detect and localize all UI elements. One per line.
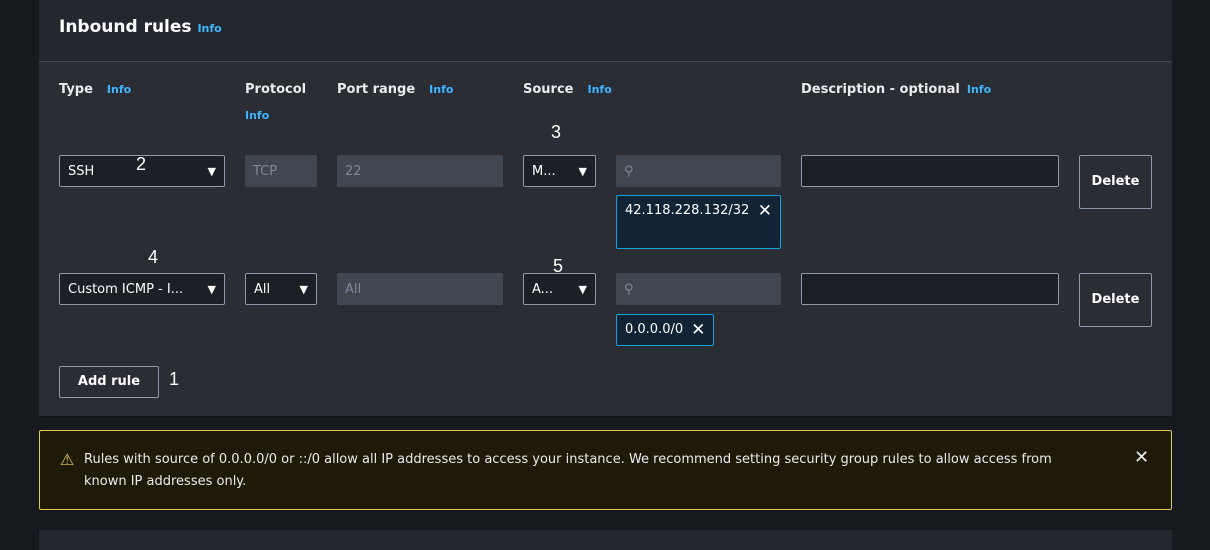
- source-info-link[interactable]: Info: [587, 83, 611, 96]
- panel-header: Inbound rules Info: [39, 0, 1172, 62]
- close-icon[interactable]: ✕: [758, 200, 772, 244]
- column-source: Source Info: [523, 82, 612, 97]
- caret-down-icon: ▼: [299, 282, 308, 296]
- caret-down-icon: ▼: [207, 282, 216, 296]
- delete-button[interactable]: Delete: [1079, 273, 1152, 327]
- delete-button[interactable]: Delete: [1079, 155, 1152, 209]
- type-value: SSH: [68, 163, 95, 179]
- type-value: Custom ICMP - I...: [68, 281, 184, 297]
- protocol-value: TCP: [253, 163, 278, 179]
- warning-text: Rules with source of 0.0.0.0/0 or ::/0 a…: [84, 452, 1052, 489]
- cidr-token: 0.0.0.0/0 ✕: [616, 314, 715, 346]
- source-value: A...: [532, 281, 554, 297]
- source-select[interactable]: M... ▼: [523, 155, 596, 187]
- title-text: Inbound rules: [59, 17, 192, 37]
- search-icon: ⚲: [624, 281, 634, 297]
- description-label: Description - optional: [801, 82, 960, 97]
- source-label: Source: [523, 82, 574, 97]
- port-range-info-link[interactable]: Info: [429, 83, 453, 96]
- caret-down-icon: ▼: [578, 282, 587, 296]
- type-select[interactable]: Custom ICMP - I... ▼: [59, 273, 225, 305]
- warning-icon: ⚠: [60, 450, 75, 469]
- protocol-value: All: [254, 281, 271, 297]
- port-range-label: Port range: [337, 82, 416, 97]
- port-range-field: All: [337, 273, 503, 305]
- protocol-select[interactable]: All ▼: [245, 273, 317, 305]
- close-icon[interactable]: ✕: [1134, 447, 1149, 468]
- cidr-value: 0.0.0.0/0: [625, 322, 684, 337]
- annotation-4: 4: [148, 247, 159, 267]
- column-protocol: Protocol Info: [245, 82, 306, 122]
- column-port-range: Port range Info: [337, 82, 453, 97]
- description-info-link[interactable]: Info: [967, 83, 991, 96]
- cidr-value: 42.118.228.132/32: [625, 203, 750, 218]
- caret-down-icon: ▼: [207, 164, 216, 178]
- warning-alert: ⚠ Rules with source of 0.0.0.0/0 or ::/0…: [39, 430, 1172, 510]
- type-label: Type: [59, 82, 93, 97]
- search-icon: ⚲: [624, 163, 634, 179]
- source-value: M...: [532, 163, 556, 179]
- page-title: Inbound rules Info: [59, 17, 222, 37]
- port-range-value: 22: [345, 163, 362, 179]
- close-icon[interactable]: ✕: [691, 319, 705, 341]
- annotation-1: 1: [169, 369, 180, 389]
- caret-down-icon: ▼: [578, 164, 587, 178]
- cidr-search-input[interactable]: ⚲: [616, 155, 781, 187]
- inbound-rules-panel: Inbound rules Info Type Info Protocol Info…: [39, 0, 1172, 417]
- annotation-5: 5: [553, 256, 564, 276]
- column-type: Type Info: [59, 82, 131, 97]
- add-rule-button[interactable]: Add rule: [59, 366, 159, 398]
- port-range-value: All: [345, 281, 362, 297]
- protocol-info-link[interactable]: Info: [245, 109, 306, 122]
- type-info-link[interactable]: Info: [107, 83, 131, 96]
- protocol-label: Protocol: [245, 82, 307, 97]
- cidr-token: 42.118.228.132/32 ✕: [616, 195, 781, 249]
- source-select[interactable]: A... ▼: [523, 273, 596, 305]
- next-panel: [39, 530, 1172, 550]
- cidr-search-input[interactable]: ⚲: [616, 273, 781, 305]
- annotation-3: 3: [551, 122, 562, 142]
- port-range-field: 22: [337, 155, 503, 187]
- column-description: Description - optional Info: [801, 82, 991, 97]
- info-link[interactable]: Info: [197, 22, 221, 35]
- protocol-field: TCP: [245, 155, 317, 187]
- annotation-2: 2: [136, 154, 147, 174]
- description-input[interactable]: [801, 155, 1059, 187]
- description-input[interactable]: [801, 273, 1059, 305]
